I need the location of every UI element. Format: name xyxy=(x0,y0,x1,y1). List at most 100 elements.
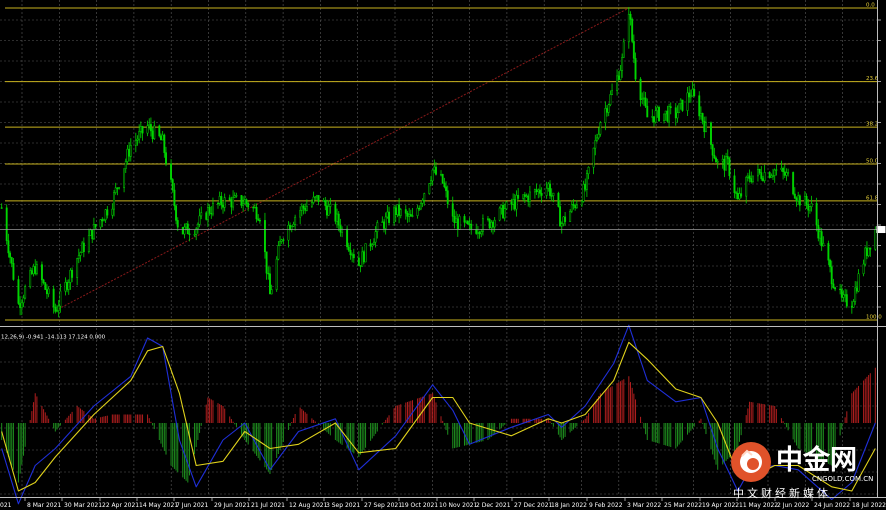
candle-body xyxy=(384,216,387,229)
macd-indicator-label: 12,26,9) -0.941 -14.113 17.124 0.000 xyxy=(1,335,106,341)
candle-body xyxy=(867,247,870,256)
candle-body xyxy=(842,294,845,298)
candle-body xyxy=(258,220,261,222)
candle-body xyxy=(289,225,292,230)
candle-body xyxy=(243,199,246,205)
candle-body xyxy=(478,232,481,235)
candle-body xyxy=(810,203,813,208)
candle-body xyxy=(153,125,156,140)
candle-body xyxy=(688,92,691,98)
candle-body xyxy=(470,223,473,230)
candle-body xyxy=(587,166,590,174)
candle-body xyxy=(632,41,635,59)
candle-body xyxy=(445,186,447,191)
candle-body xyxy=(267,272,270,275)
candle-body xyxy=(488,218,491,229)
candle-body xyxy=(181,226,184,235)
candle-body xyxy=(792,172,795,195)
candle-body xyxy=(114,187,117,193)
candle-body xyxy=(864,247,867,265)
candle-body xyxy=(763,172,766,181)
candle-body xyxy=(374,231,377,243)
fibonacci-level-label: 38.2 xyxy=(866,122,878,128)
candle-body xyxy=(710,122,712,145)
candle-body xyxy=(465,220,468,223)
candle-body xyxy=(617,75,620,80)
candle-body xyxy=(300,205,303,211)
candle-body xyxy=(834,287,837,290)
candle-body xyxy=(773,169,776,176)
candle-body xyxy=(44,282,47,290)
candle-body xyxy=(466,220,469,225)
candle-body xyxy=(713,154,716,159)
candle-body xyxy=(475,229,478,234)
candle-body xyxy=(89,229,92,236)
candle-body xyxy=(852,301,855,308)
candle-body xyxy=(642,97,645,100)
candle-body xyxy=(705,122,707,132)
candle-body xyxy=(257,218,260,221)
candle-body xyxy=(793,193,796,199)
candle-body xyxy=(183,226,186,235)
candle-body xyxy=(186,223,189,235)
candle-body xyxy=(188,233,191,235)
candle-body xyxy=(654,110,657,123)
candle-body xyxy=(223,197,226,208)
candle-body xyxy=(369,243,372,247)
candle-body xyxy=(441,173,444,184)
candle-body xyxy=(522,194,525,199)
candle-body xyxy=(785,172,788,176)
candle-body xyxy=(269,273,271,295)
x-tick-label: 29 Jun 2021 xyxy=(214,502,250,509)
candle-body xyxy=(24,286,27,299)
candle-body xyxy=(101,219,104,222)
candle-body xyxy=(721,158,724,162)
candle-body xyxy=(92,224,95,240)
candle-body xyxy=(59,290,62,307)
candle-body xyxy=(171,179,174,191)
candle-body xyxy=(371,244,374,247)
candle-body xyxy=(468,223,471,225)
candle-body xyxy=(641,98,644,101)
candle-body xyxy=(669,106,672,108)
candle-body xyxy=(106,209,109,216)
candle-body xyxy=(151,130,154,140)
candle-body xyxy=(746,175,749,178)
watermark-logo-text: 中金网 xyxy=(776,444,857,476)
candle-body xyxy=(163,134,166,153)
candle-body xyxy=(574,205,577,209)
x-tick-label: 19 Oct 2021 xyxy=(401,502,438,509)
candle-body xyxy=(808,206,811,211)
x-tick-label: 3 Sep 2021 xyxy=(326,502,360,509)
candle-body xyxy=(570,204,573,212)
candle-body xyxy=(351,254,354,256)
candle-body xyxy=(411,215,414,217)
candle-body xyxy=(255,206,258,220)
candle-body xyxy=(218,196,221,204)
candle-body xyxy=(161,134,164,141)
candle-body xyxy=(622,41,625,58)
candle-body xyxy=(292,224,295,227)
candle-body xyxy=(820,231,823,247)
candle-body xyxy=(124,161,127,170)
candle-body xyxy=(146,125,149,134)
candle-body xyxy=(52,288,55,308)
candle-body xyxy=(270,289,273,295)
candle-body xyxy=(66,282,69,290)
candle-body xyxy=(372,241,375,246)
candle-body xyxy=(639,78,642,101)
candle-body xyxy=(138,131,141,140)
candle-body xyxy=(629,13,632,20)
candle-body xyxy=(398,204,401,216)
candle-body xyxy=(582,183,585,202)
candle-body xyxy=(456,218,459,230)
candle-body xyxy=(698,95,701,117)
candle-body xyxy=(716,160,719,163)
watermark-tagline: 中文财经新媒体 xyxy=(733,486,831,500)
candle-body xyxy=(282,239,285,241)
candle-body xyxy=(67,282,70,290)
candle-body xyxy=(616,75,619,92)
candle-body xyxy=(535,189,538,192)
candle-body xyxy=(679,99,682,105)
candle-body xyxy=(317,195,320,202)
